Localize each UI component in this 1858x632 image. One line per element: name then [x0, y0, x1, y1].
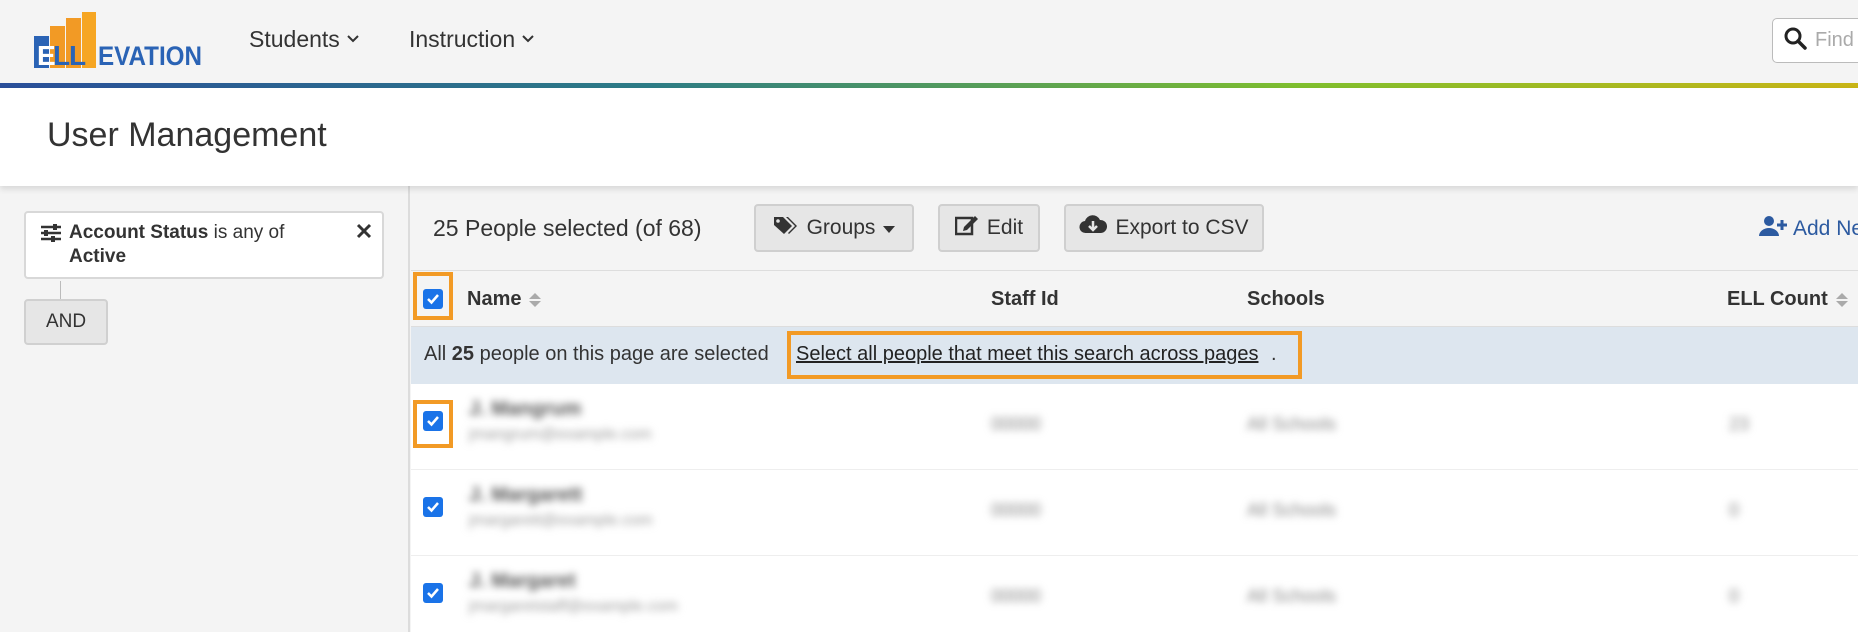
banner-suffix: people on this page are selected: [479, 343, 769, 365]
row-staff-id: 00000: [991, 500, 1042, 520]
highlight-select-all: [413, 272, 453, 320]
filter-value: Active: [69, 246, 127, 267]
banner-count: 25: [451, 343, 475, 365]
filter-operator: is any of: [213, 222, 285, 243]
main-content: 25 People selected (of 68) Groups Edit E…: [411, 186, 1858, 632]
column-header-name[interactable]: Name: [467, 288, 542, 311]
column-header-schools: Schools: [1247, 288, 1325, 311]
add-new-label: Add Ne: [1793, 217, 1858, 240]
column-name-label: Name: [467, 288, 522, 310]
add-new-user-button[interactable]: Add Ne: [1759, 215, 1858, 243]
row-checkbox[interactable]: [423, 583, 443, 603]
row-name: J. Mangrum: [469, 398, 582, 420]
selection-count: 25 People selected (of 68): [433, 215, 702, 241]
chevron-down-icon: [521, 31, 535, 47]
edit-label: Edit: [986, 216, 1024, 239]
tags-icon: [773, 215, 799, 241]
row-email: jmargaretstaff@example.com: [469, 598, 678, 615]
sliders-icon: [40, 223, 62, 248]
search-input[interactable]: Find: [1772, 18, 1858, 63]
svg-text:L: L: [69, 40, 86, 70]
nav-students[interactable]: Students: [249, 26, 360, 53]
svg-text:EVATION: EVATION: [98, 41, 202, 70]
table-row[interactable]: J. Margaret jmargaretstaff@example.com 0…: [411, 556, 1858, 632]
sort-icon: [529, 292, 542, 307]
ellevation-logo[interactable]: E L L EVATION: [34, 12, 204, 71]
filter-field: Account Status: [69, 222, 209, 243]
row-ell-count: 23: [1729, 414, 1750, 434]
page-header: User Management: [0, 88, 1858, 186]
groups-button[interactable]: Groups: [754, 204, 914, 252]
cloud-download-icon: [1079, 215, 1108, 241]
row-email: jmargarett@example.com: [469, 512, 653, 529]
row-schools: All Schools: [1247, 586, 1337, 606]
column-header-ell-count[interactable]: ELL Count: [1727, 288, 1848, 311]
banner-prefix: All: [424, 343, 447, 365]
caret-down-icon: [883, 216, 896, 240]
table-header: Name Staff Id Schools ELL Count: [411, 270, 1858, 327]
highlight-row-checkbox: [413, 400, 453, 448]
page-title: User Management: [47, 116, 327, 154]
nav-instruction[interactable]: Instruction: [409, 26, 535, 53]
row-ell-count: 0: [1729, 500, 1740, 520]
row-schools: All Schools: [1247, 500, 1337, 520]
svg-text:L: L: [53, 40, 70, 70]
filter-chip-account-status[interactable]: Account Status is any of Active: [24, 211, 384, 279]
search-icon: [1783, 26, 1807, 55]
row-checkbox[interactable]: [423, 497, 443, 517]
row-schools: All Schools: [1247, 414, 1337, 434]
top-navigation: E L L EVATION Students Instruction Find: [0, 0, 1858, 83]
filter-description: Account Status is any of: [69, 222, 284, 244]
filter-connector-line: [60, 281, 61, 300]
selection-toolbar: 25 People selected (of 68) Groups Edit E…: [411, 186, 1858, 270]
banner-message: All 25 people on this page are selected: [424, 343, 769, 366]
export-csv-button[interactable]: Export to CSV: [1064, 204, 1264, 252]
close-icon[interactable]: [356, 219, 372, 245]
column-ell-count-label: ELL Count: [1727, 288, 1828, 310]
user-plus-icon: [1759, 215, 1787, 243]
row-staff-id: 00000: [991, 414, 1042, 434]
column-schools-label: Schools: [1247, 288, 1325, 310]
highlight-select-all-link: [787, 331, 1302, 379]
column-header-staff-id: Staff Id: [991, 288, 1059, 311]
table-row[interactable]: J. Mangrum jmangrum@example.com 00000 Al…: [411, 384, 1858, 470]
table-row[interactable]: J. Margarett jmargarett@example.com 0000…: [411, 470, 1858, 556]
search-placeholder: Find: [1815, 29, 1854, 51]
edit-button[interactable]: Edit: [938, 204, 1040, 252]
groups-label: Groups: [806, 216, 876, 239]
row-email: jmangrum@example.com: [469, 426, 652, 443]
row-ell-count: 0: [1729, 586, 1740, 606]
row-name: J. Margarett: [469, 484, 583, 506]
sort-icon: [1835, 292, 1848, 307]
nav-students-label: Students: [249, 26, 340, 52]
and-button[interactable]: AND: [24, 299, 108, 345]
column-staff-id-label: Staff Id: [991, 288, 1059, 310]
row-staff-id: 00000: [991, 586, 1042, 606]
chevron-down-icon: [346, 31, 360, 47]
row-name: J. Margaret: [469, 570, 576, 592]
export-label: Export to CSV: [1115, 216, 1249, 239]
filter-panel: Account Status is any of Active AND: [0, 186, 410, 632]
edit-icon: [954, 214, 979, 242]
nav-instruction-label: Instruction: [409, 26, 516, 52]
